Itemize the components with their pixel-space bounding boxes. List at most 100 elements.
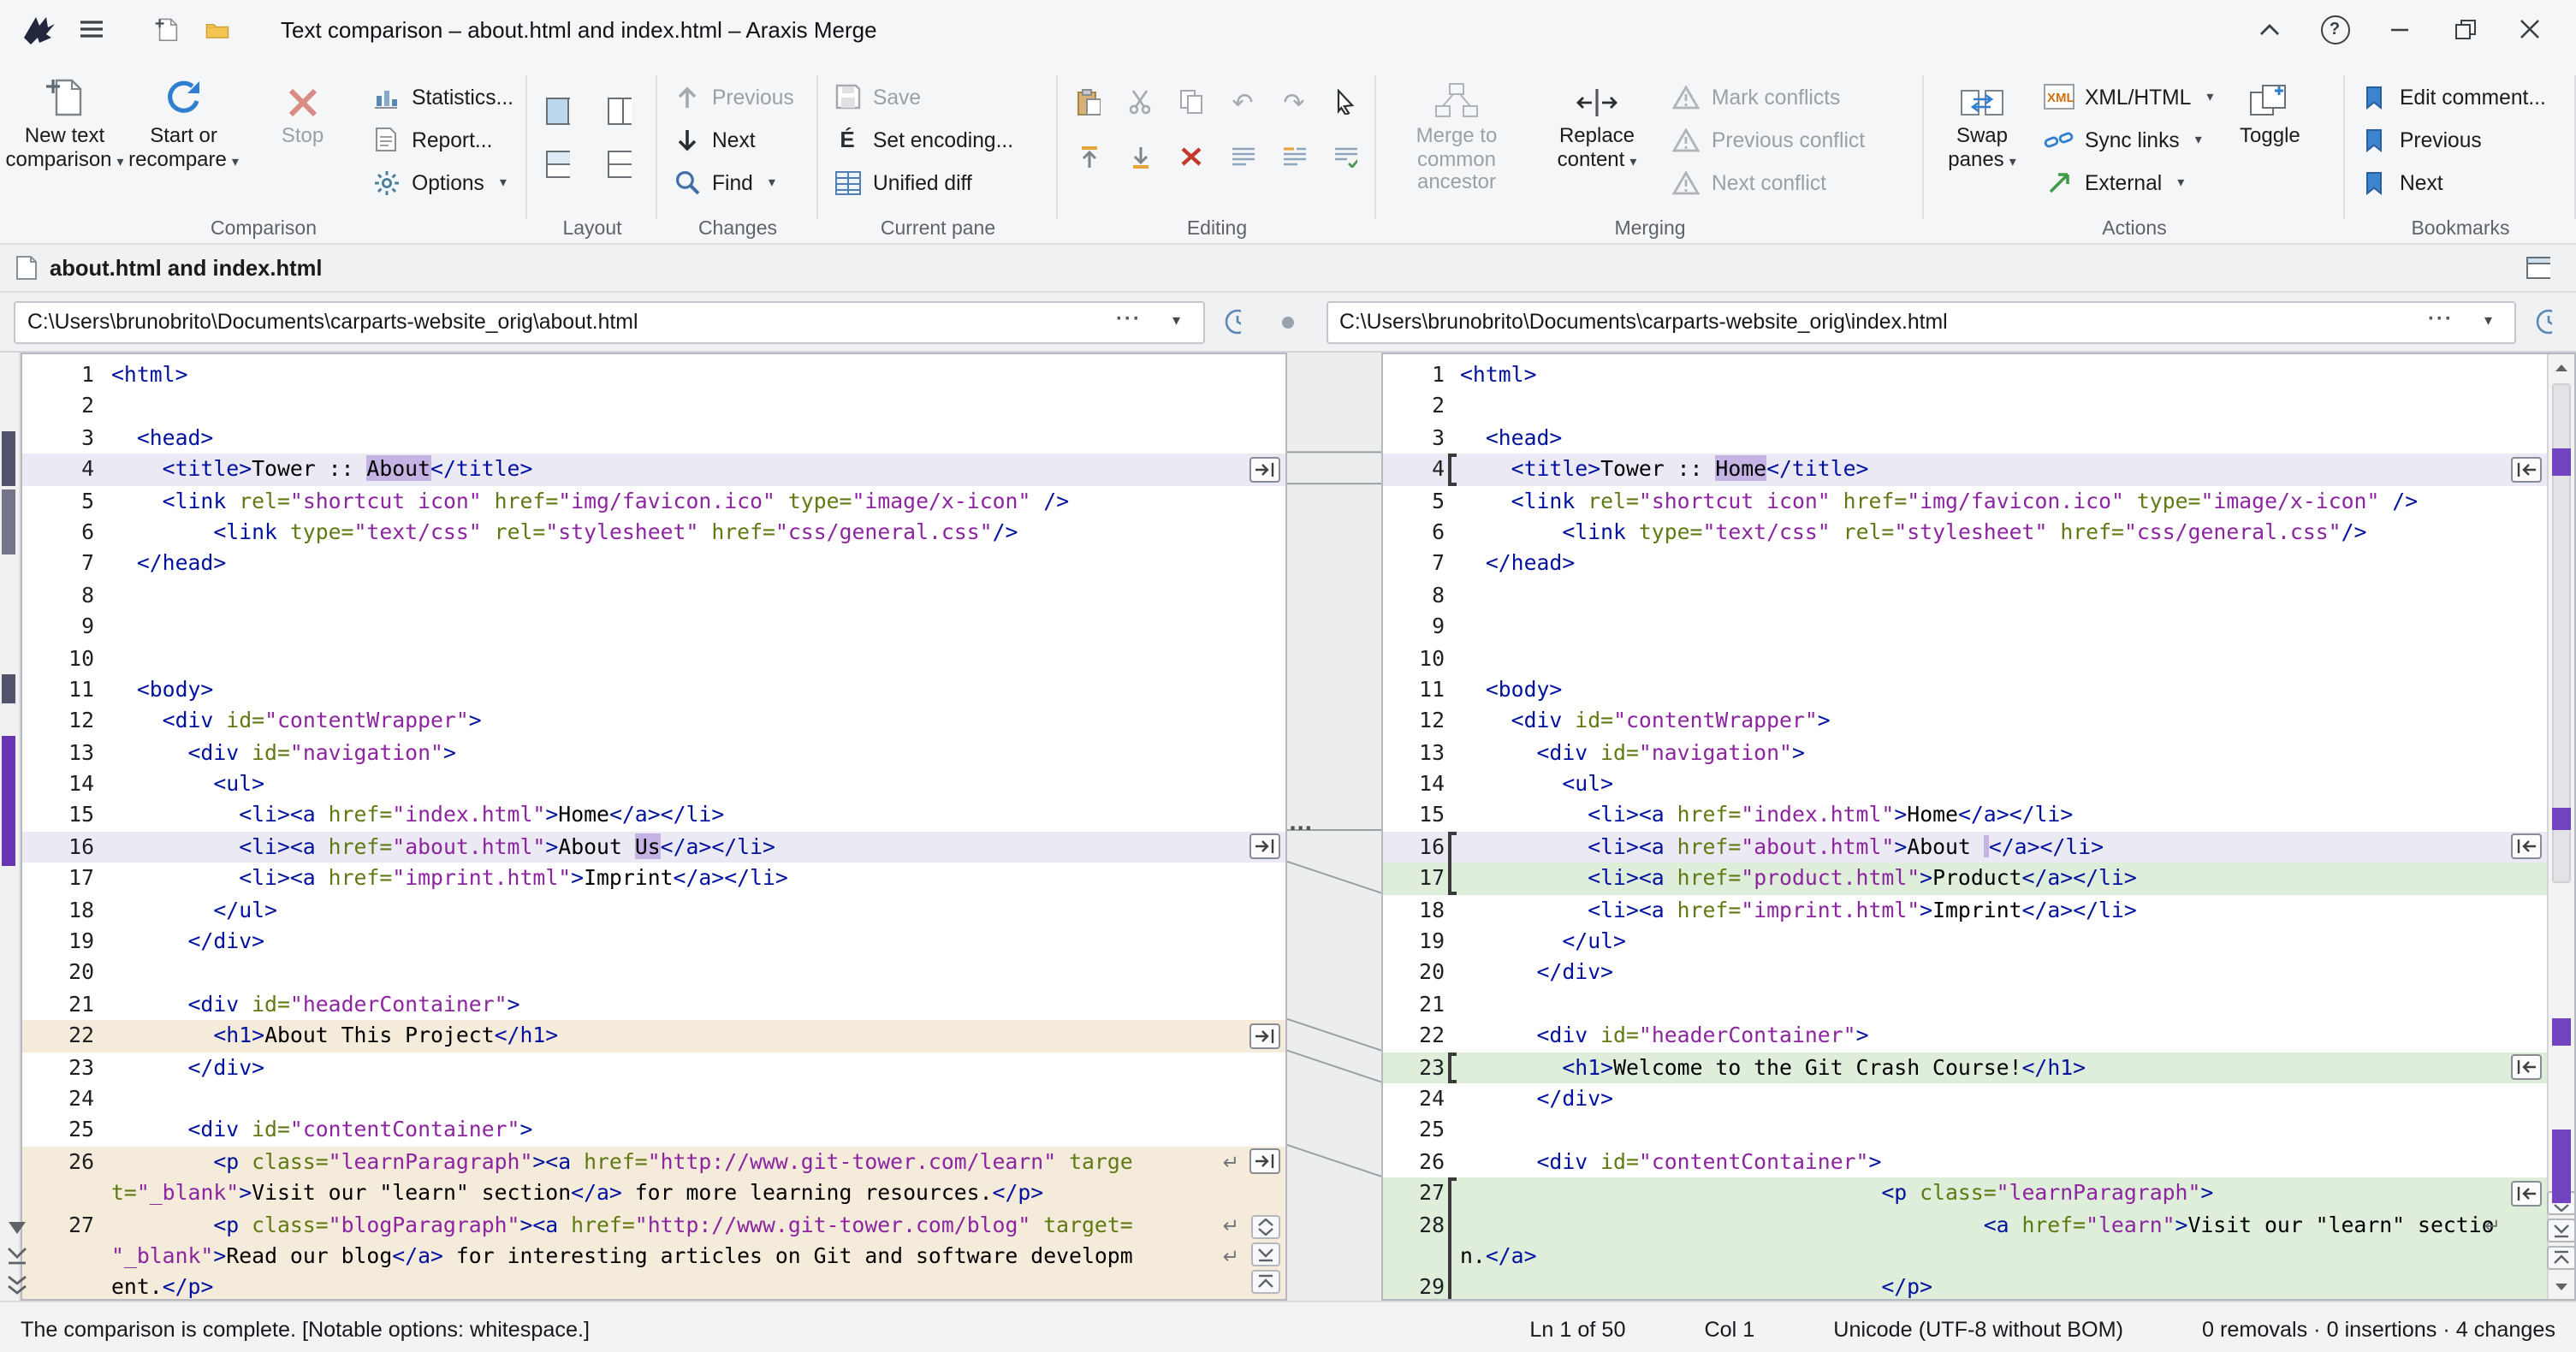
- code-row[interactable]: 17 <li><a href="imprint.html">Imprint</a…: [22, 863, 1285, 895]
- code-row[interactable]: ent.</p>: [22, 1272, 1285, 1301]
- layout-single-pane-button[interactable]: [597, 144, 642, 183]
- code-row[interactable]: n.</a>: [1383, 1241, 2547, 1272]
- code-row[interactable]: 25 <div id="contentContainer">: [22, 1115, 1285, 1147]
- shift-change-down-button[interactable]: [1118, 137, 1162, 176]
- code-row[interactable]: 23 </div>: [22, 1052, 1285, 1083]
- swap-panes-button[interactable]: Swap panes▾: [1929, 67, 2035, 173]
- code-row[interactable]: t="_blank">Visit our "learn" section</a>…: [22, 1177, 1285, 1209]
- code-row[interactable]: 8: [22, 579, 1285, 611]
- change-map-marker[interactable]: [2, 736, 15, 866]
- pane-layout-button[interactable]: [2516, 246, 2561, 290]
- right-path-field[interactable]: C:\Users\brunobrito\Documents\carparts-w…: [1326, 300, 2516, 343]
- code-row[interactable]: 2: [22, 391, 1285, 423]
- scroll-change-marker[interactable]: [2552, 448, 2571, 476]
- report-button[interactable]: Report...: [362, 122, 522, 157]
- scroll-change-marker[interactable]: [2552, 1130, 2571, 1203]
- code-row[interactable]: 26 <div id="contentContainer">: [1383, 1147, 2547, 1178]
- code-row[interactable]: 11 <body>: [22, 674, 1285, 706]
- next-bookmark-button[interactable]: Next: [2350, 164, 2555, 200]
- pointer-select-button[interactable]: [1323, 82, 1368, 122]
- show-changed-lines-button[interactable]: [1272, 137, 1316, 176]
- code-row[interactable]: 12 <div id="contentWrapper">: [22, 706, 1285, 738]
- path-more-button[interactable]: ···: [1106, 305, 1152, 332]
- help-button[interactable]: ?: [2306, 7, 2364, 51]
- code-row[interactable]: 15 <li><a href="index.html">Home</a></li…: [22, 800, 1285, 832]
- collapse-ribbon-button[interactable]: [2241, 7, 2299, 51]
- remove-change-button[interactable]: [1169, 137, 1214, 176]
- code-row[interactable]: 3 <head>: [22, 423, 1285, 454]
- code-row[interactable]: 29 </p>: [1383, 1272, 2547, 1299]
- edit-comment-button[interactable]: Edit comment...: [2350, 79, 2555, 115]
- code-row[interactable]: "_blank">Read our blog</a> for interesti…: [22, 1241, 1285, 1272]
- code-row[interactable]: 20: [22, 958, 1285, 989]
- scroll-down-button[interactable]: [2549, 1273, 2574, 1299]
- code-row[interactable]: 22 <div id="headerContainer">: [1383, 1020, 2547, 1052]
- previous-difference-button[interactable]: [2547, 1246, 2576, 1270]
- options-button[interactable]: Options▾: [362, 164, 522, 200]
- paste-button[interactable]: [1066, 82, 1111, 122]
- code-row[interactable]: 4 <title>Tower :: Home</title>: [1383, 454, 2547, 485]
- path-dropdown-button[interactable]: ▾: [1162, 311, 1190, 332]
- change-map-marker[interactable]: [2, 674, 15, 703]
- change-map-strip[interactable]: [0, 353, 21, 1301]
- code-row[interactable]: 7 </head>: [1383, 549, 2547, 580]
- merge-left-button[interactable]: [2511, 456, 2542, 482]
- code-row[interactable]: 27 <p class="learnParagraph">: [1383, 1177, 2547, 1209]
- close-button[interactable]: [2501, 7, 2559, 51]
- last-change-map-button[interactable]: [2, 1273, 33, 1297]
- code-row[interactable]: 26 <p class="learnParagraph"><a href="ht…: [22, 1147, 1285, 1178]
- code-row[interactable]: 1<html>: [1383, 359, 2547, 391]
- code-row[interactable]: 6 <link type="text/css" rel="stylesheet"…: [1383, 517, 2547, 549]
- code-row[interactable]: 25: [1383, 1115, 2547, 1147]
- code-row[interactable]: 5 <link rel="shortcut icon" href="img/fa…: [1383, 485, 2547, 517]
- scroll-change-marker[interactable]: [2552, 808, 2571, 830]
- code-row[interactable]: 20 </div>: [1383, 958, 2547, 989]
- menu-button[interactable]: [68, 7, 113, 51]
- code-row[interactable]: 10: [22, 643, 1285, 674]
- minimize-button[interactable]: [2371, 7, 2429, 51]
- unified-diff-button[interactable]: Unified diff: [823, 164, 1022, 200]
- sync-scroll-button[interactable]: [1251, 1215, 1280, 1239]
- previous-bookmark-button[interactable]: Previous: [2350, 122, 2555, 157]
- code-row[interactable]: 27 <p class="blogParagraph"><a href="htt…: [22, 1209, 1285, 1241]
- code-row[interactable]: 24: [22, 1083, 1285, 1115]
- code-row[interactable]: 23 <h1>Welcome to the Git Crash Course!<…: [1383, 1052, 2547, 1083]
- code-row[interactable]: 22 <h1>About This Project</h1>: [22, 1020, 1285, 1052]
- show-whitespace-button[interactable]: [1323, 137, 1368, 176]
- xml-html-button[interactable]: XML XML/HTML▾: [2035, 79, 2222, 115]
- code-row[interactable]: 19 </ul>: [1383, 926, 2547, 958]
- code-row[interactable]: 16 <li><a href="about.html">About </a></…: [1383, 832, 2547, 863]
- code-row[interactable]: 8: [1383, 579, 2547, 611]
- code-row[interactable]: 17 <li><a href="product.html">Product</a…: [1383, 863, 2547, 895]
- change-map-marker[interactable]: [2, 431, 15, 486]
- code-row[interactable]: 19 </div>: [22, 926, 1285, 958]
- new-document-button[interactable]: [144, 7, 188, 51]
- code-row[interactable]: 16 <li><a href="about.html">About Us</a>…: [22, 832, 1285, 863]
- next-difference-button[interactable]: [1251, 1242, 1280, 1266]
- start-or-recompare-button[interactable]: Start or recompare▾: [124, 67, 243, 173]
- scroll-to-change-button[interactable]: [2, 1244, 33, 1268]
- merge-right-button[interactable]: [1249, 1149, 1280, 1175]
- code-row[interactable]: 14 <ul>: [22, 768, 1285, 800]
- replace-content-button[interactable]: Replace content▾: [1532, 67, 1662, 173]
- shift-change-up-button[interactable]: [1066, 137, 1111, 176]
- code-row[interactable]: 14 <ul>: [1383, 768, 2547, 800]
- merge-right-button[interactable]: [1249, 834, 1280, 860]
- set-encoding-button[interactable]: É Set encoding...: [823, 122, 1022, 157]
- path-dropdown-button[interactable]: ▾: [2474, 311, 2502, 332]
- statistics-button[interactable]: Statistics...: [362, 79, 522, 115]
- left-code-pane[interactable]: 1<html>23 <head>4 <title>Tower :: About<…: [21, 353, 1287, 1301]
- code-row[interactable]: 4 <title>Tower :: About</title>: [22, 454, 1285, 485]
- show-differences-list-button[interactable]: [1220, 137, 1265, 176]
- code-row[interactable]: 1<html>: [22, 359, 1285, 391]
- code-row[interactable]: 9: [22, 611, 1285, 643]
- code-row[interactable]: 28 <a href="learn">Visit our "learn" sec…: [1383, 1209, 2547, 1241]
- code-row[interactable]: 15 <li><a href="index.html">Home</a></li…: [1383, 800, 2547, 832]
- code-row[interactable]: 11 <body>: [1383, 674, 2547, 706]
- code-row[interactable]: 13 <div id="navigation">: [22, 737, 1285, 768]
- change-map-marker[interactable]: [2, 489, 15, 554]
- merge-left-button[interactable]: [2511, 1180, 2542, 1206]
- left-path-field[interactable]: C:\Users\brunobrito\Documents\carparts-w…: [14, 300, 1204, 343]
- scroll-change-marker[interactable]: [2552, 1018, 2571, 1046]
- maximize-button[interactable]: [2436, 7, 2494, 51]
